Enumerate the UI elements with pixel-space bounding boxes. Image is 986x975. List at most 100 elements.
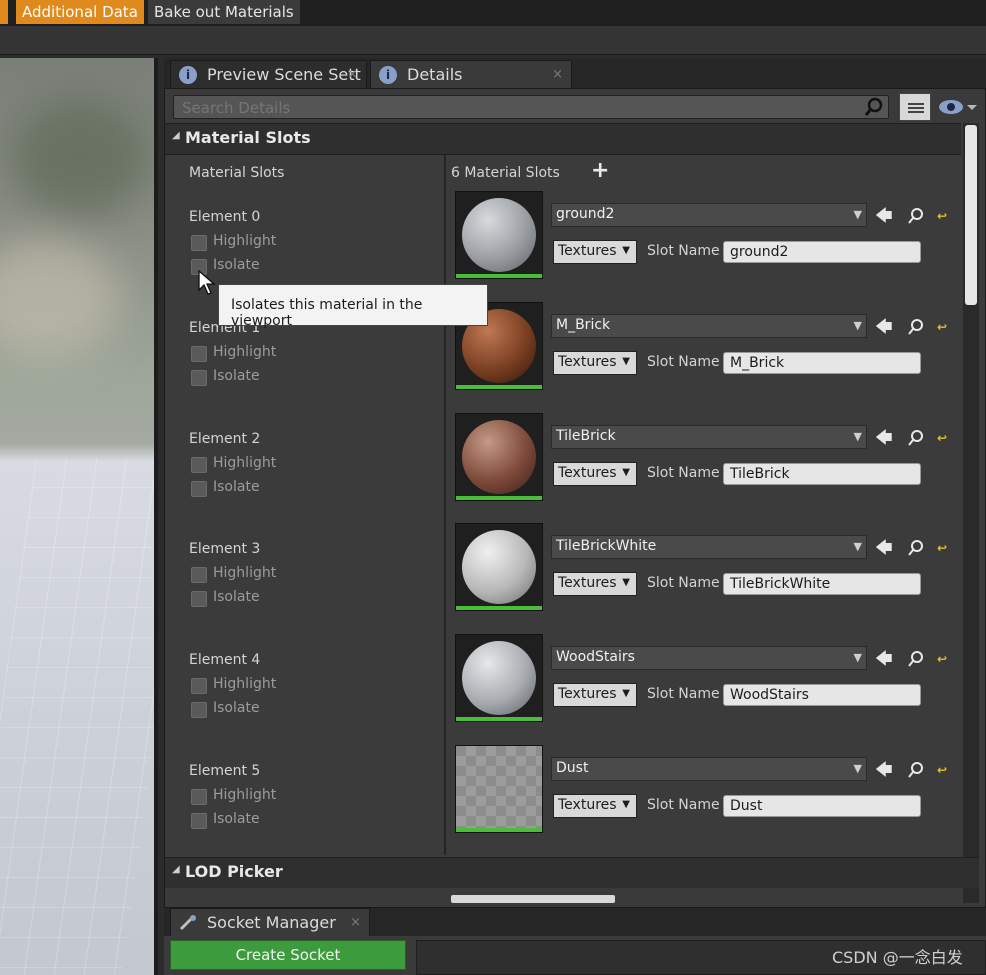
close-icon[interactable]: × <box>350 909 361 937</box>
magnifier-icon[interactable] <box>907 207 925 225</box>
reset-arrow-icon[interactable]: ↩ <box>937 652 949 666</box>
textures-button[interactable]: Textures ▼ <box>553 794 637 818</box>
tab-preview-scene-settings[interactable]: i Preview Scene Sett × <box>170 60 367 89</box>
element-label: Element 2 <box>189 431 261 447</box>
toolbar: Additional Data Bake out Materials <box>0 0 986 55</box>
slot-name-input[interactable]: ground2 <box>723 241 921 263</box>
chevron-down-icon: ▼ <box>622 467 630 478</box>
material-dropdown[interactable]: M_Brick ▼ <box>551 314 867 338</box>
arrow-left-icon[interactable]: 🡄 <box>875 318 893 336</box>
close-icon[interactable]: × <box>552 61 563 89</box>
textures-label: Textures <box>558 354 617 370</box>
textures-button[interactable]: Textures ▼ <box>553 462 637 486</box>
reset-arrow-icon[interactable]: ↩ <box>937 541 949 555</box>
slot-name-input[interactable]: Dust <box>723 795 921 817</box>
create-socket-button[interactable]: Create Socket <box>170 940 406 970</box>
material-preview-sphere <box>462 641 536 715</box>
magnifier-icon[interactable] <box>907 429 925 447</box>
tab-details[interactable]: i Details × <box>370 60 572 89</box>
material-thumbnail[interactable] <box>455 634 543 722</box>
material-preview-sphere <box>462 198 536 272</box>
material-dropdown[interactable]: TileBrick ▼ <box>551 425 867 449</box>
material-thumbnail[interactable] <box>455 191 543 279</box>
eye-icon[interactable] <box>937 97 979 117</box>
textures-button[interactable]: Textures ▼ <box>553 240 637 264</box>
material-dropdown[interactable]: WoodStairs ▼ <box>551 646 867 670</box>
arrow-left-icon[interactable]: 🡄 <box>875 429 893 447</box>
arrow-left-icon[interactable]: 🡄 <box>875 761 893 779</box>
highlight-checkbox[interactable] <box>191 567 207 583</box>
reset-arrow-icon[interactable]: ↩ <box>937 431 949 445</box>
viewport-splitter[interactable] <box>154 58 158 975</box>
highlight-checkbox[interactable] <box>191 678 207 694</box>
info-icon: i <box>379 66 397 84</box>
close-icon[interactable]: × <box>347 61 358 89</box>
reset-arrow-icon[interactable]: ↩ <box>937 209 949 223</box>
scrollbar-thumb[interactable] <box>965 125 977 305</box>
highlight-checkbox[interactable] <box>191 346 207 362</box>
section-title: LOD Picker <box>185 862 283 881</box>
textures-button[interactable]: Textures ▼ <box>553 683 637 707</box>
chevron-down-icon: ▼ <box>853 319 862 332</box>
thumbnail-status-bar <box>456 717 542 721</box>
view-options-button[interactable] <box>899 93 931 121</box>
isolate-checkbox[interactable] <box>191 702 207 718</box>
magnifier-icon[interactable] <box>907 318 925 336</box>
search-input[interactable] <box>180 96 844 120</box>
slot-name-label: Slot Name <box>647 686 720 702</box>
details-body: ◢ Material Slots Material Slots Element … <box>164 88 986 908</box>
isolate-checkbox[interactable] <box>191 813 207 829</box>
search-icon[interactable] <box>864 97 884 117</box>
highlight-checkbox[interactable] <box>191 235 207 251</box>
textures-label: Textures <box>558 243 617 259</box>
element-label: Element 0 <box>189 209 261 225</box>
viewport-blur-foliage <box>10 98 150 218</box>
column-splitter[interactable] <box>444 155 446 855</box>
details-panel: i Preview Scene Sett × i Details × ◢ Mat… <box>164 58 986 908</box>
additional-data-button[interactable]: Additional Data <box>16 0 144 24</box>
material-dropdown[interactable]: TileBrickWhite ▼ <box>551 535 867 559</box>
slot-name-label: Slot Name <box>647 243 720 259</box>
material-thumbnail[interactable] <box>455 745 543 833</box>
slot-name-input[interactable]: TileBrickWhite <box>723 573 921 595</box>
material-thumbnail[interactable] <box>455 523 543 611</box>
isolate-checkbox[interactable] <box>191 591 207 607</box>
material-slots-section-header[interactable]: ◢ Material Slots <box>165 123 961 155</box>
material-dropdown[interactable]: Dust ▼ <box>551 757 867 781</box>
textures-label: Textures <box>558 686 617 702</box>
reset-arrow-icon[interactable]: ↩ <box>937 320 949 334</box>
bake-out-materials-button[interactable]: Bake out Materials <box>148 0 300 24</box>
chevron-down-icon: ▼ <box>853 651 862 664</box>
material-name: TileBrickWhite <box>556 538 657 554</box>
highlight-checkbox[interactable] <box>191 457 207 473</box>
material-thumbnail[interactable] <box>455 413 543 501</box>
tab-socket-manager[interactable]: Socket Manager × <box>170 908 370 937</box>
textures-button[interactable]: Textures ▼ <box>553 351 637 375</box>
slot-name-input[interactable]: M_Brick <box>723 352 921 374</box>
chevron-down-icon: ▼ <box>622 688 630 699</box>
chevron-down-icon: ▼ <box>853 430 862 443</box>
material-dropdown[interactable]: ground2 ▼ <box>551 203 867 227</box>
magnifier-icon[interactable] <box>907 761 925 779</box>
add-material-slot-button[interactable]: + <box>591 159 611 183</box>
magnifier-icon[interactable] <box>907 650 925 668</box>
search-box[interactable] <box>173 95 889 120</box>
lod-picker-section-header[interactable]: ◢ LOD Picker <box>165 857 979 888</box>
viewport[interactable] <box>0 58 158 975</box>
textures-button[interactable]: Textures ▼ <box>553 572 637 596</box>
isolate-checkbox[interactable] <box>191 481 207 497</box>
arrow-left-icon[interactable]: 🡄 <box>875 650 893 668</box>
chevron-down-icon: ▼ <box>853 208 862 221</box>
slot-name-label: Slot Name <box>647 575 720 591</box>
material-name: ground2 <box>556 206 615 222</box>
arrow-left-icon[interactable]: 🡄 <box>875 207 893 225</box>
isolate-checkbox[interactable] <box>191 370 207 386</box>
material-name: Dust <box>556 760 589 776</box>
reset-arrow-icon[interactable]: ↩ <box>937 763 949 777</box>
slot-name-input[interactable]: TileBrick <box>723 463 921 485</box>
magnifier-icon[interactable] <box>907 539 925 557</box>
highlight-checkbox[interactable] <box>191 789 207 805</box>
lod-picker-widget[interactable] <box>451 895 615 903</box>
slot-name-input[interactable]: WoodStairs <box>723 684 921 706</box>
arrow-left-icon[interactable]: 🡄 <box>875 539 893 557</box>
